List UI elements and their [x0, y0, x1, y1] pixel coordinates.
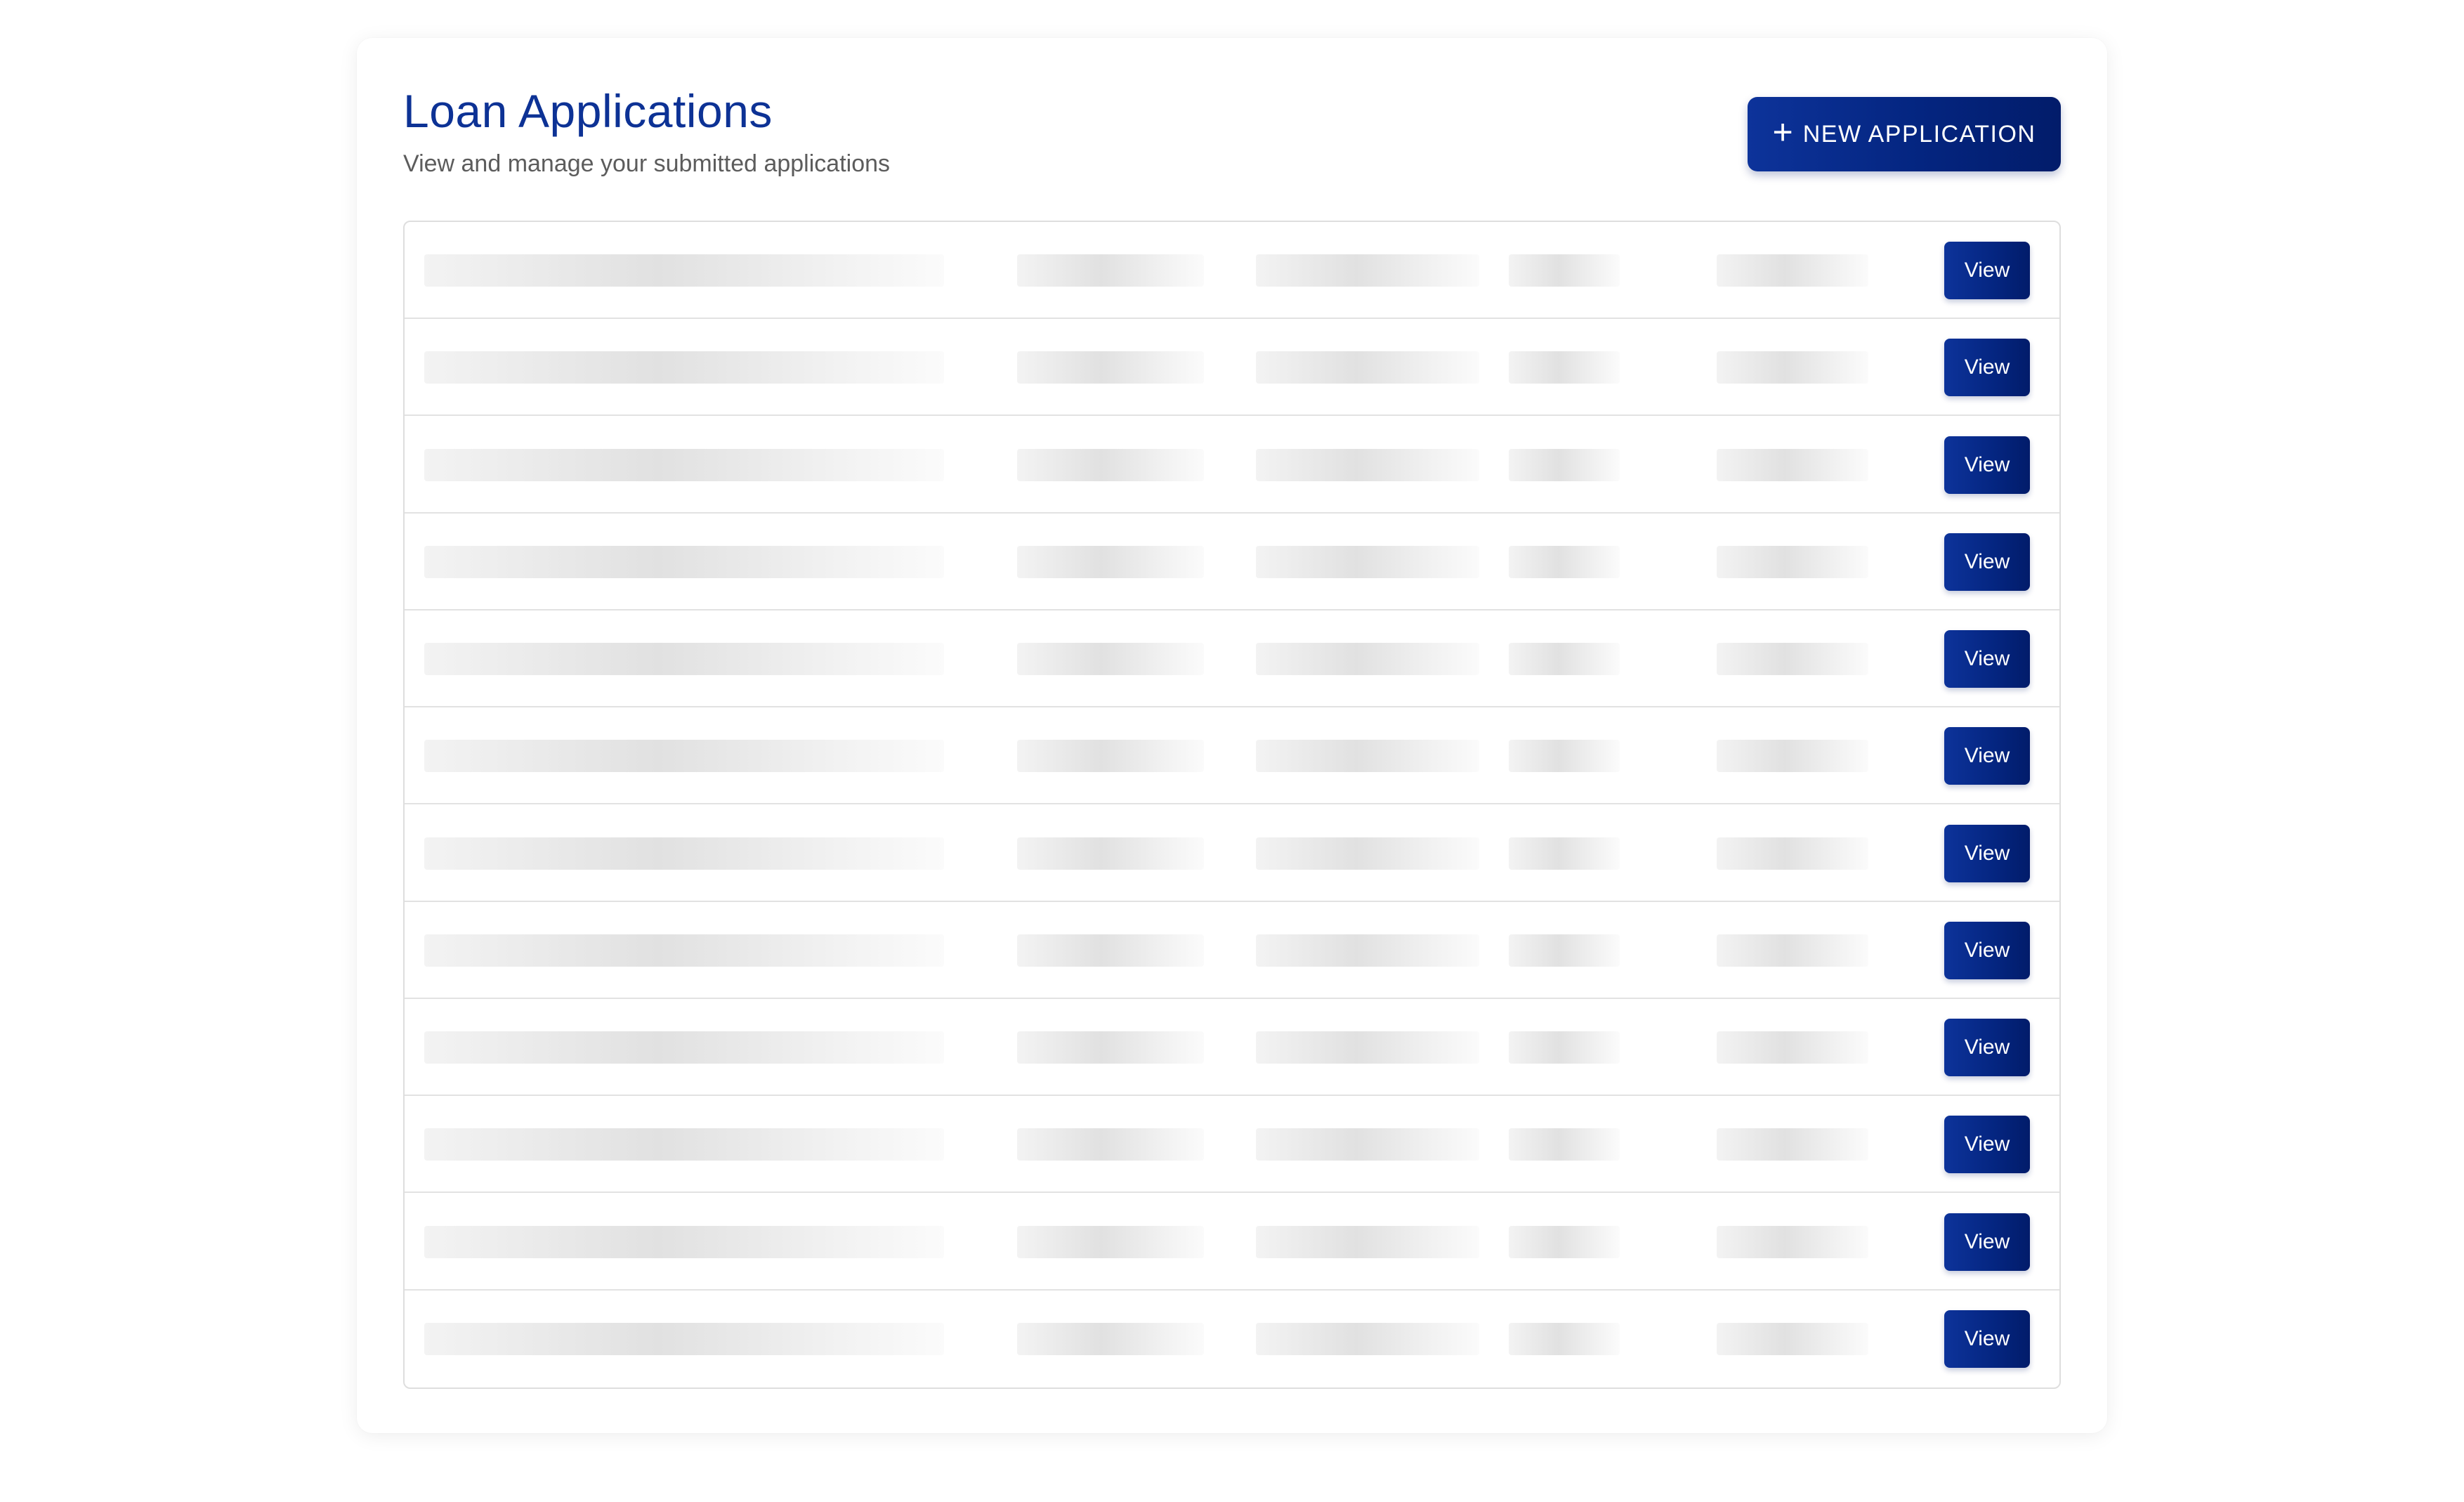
skeleton-cell [424, 546, 944, 578]
table-row: View [405, 417, 2059, 514]
skeleton-cell [1717, 643, 1868, 675]
skeleton-cell [1256, 449, 1479, 481]
skeleton-cell [1509, 934, 1620, 967]
table-row: View [405, 999, 2059, 1096]
skeleton-cell [1256, 934, 1479, 967]
view-button[interactable]: View [1944, 630, 2030, 688]
skeleton-cell [1017, 1128, 1204, 1161]
skeleton-cell [1717, 1031, 1868, 1064]
skeleton-cell [1256, 837, 1479, 870]
view-button[interactable]: View [1944, 1116, 2030, 1173]
skeleton-cell [1256, 1226, 1479, 1258]
skeleton-cell [1017, 1226, 1204, 1258]
skeleton-cell [424, 837, 944, 870]
skeleton-cell [1017, 351, 1204, 384]
skeleton-cell [1509, 740, 1620, 772]
skeleton-cell [1509, 1031, 1620, 1064]
view-button[interactable]: View [1944, 533, 2030, 591]
skeleton-cell [1017, 643, 1204, 675]
table-row: View [405, 805, 2059, 902]
skeleton-cell [424, 351, 944, 384]
skeleton-cell [1509, 449, 1620, 481]
view-button[interactable]: View [1944, 339, 2030, 396]
skeleton-cell [424, 934, 944, 967]
table-row: View [405, 610, 2059, 707]
skeleton-cell [1509, 643, 1620, 675]
skeleton-cell [1017, 934, 1204, 967]
table-row: View [405, 319, 2059, 416]
page-title: Loan Applications [403, 85, 773, 137]
plus-icon: + [1772, 112, 1793, 152]
view-button[interactable]: View [1944, 242, 2030, 299]
skeleton-cell [424, 740, 944, 772]
skeleton-cell [1509, 1323, 1620, 1355]
skeleton-cell [1509, 837, 1620, 870]
skeleton-cell [1017, 1031, 1204, 1064]
skeleton-cell [424, 1323, 944, 1355]
skeleton-cell [1256, 643, 1479, 675]
skeleton-cell [1017, 449, 1204, 481]
new-application-label: NEW APPLICATION [1802, 120, 2036, 148]
skeleton-cell [1256, 351, 1479, 384]
skeleton-cell [1717, 1323, 1868, 1355]
skeleton-cell [1717, 351, 1868, 384]
skeleton-cell [424, 1226, 944, 1258]
skeleton-cell [1717, 934, 1868, 967]
skeleton-cell [424, 449, 944, 481]
skeleton-cell [1717, 254, 1868, 287]
skeleton-cell [1017, 837, 1204, 870]
table-row: View [405, 514, 2059, 610]
skeleton-cell [1717, 1128, 1868, 1161]
skeleton-cell [424, 1031, 944, 1064]
skeleton-cell [1256, 1323, 1479, 1355]
skeleton-cell [1256, 1128, 1479, 1161]
view-button[interactable]: View [1944, 1019, 2030, 1076]
skeleton-cell [424, 254, 944, 287]
table-row: View [405, 1291, 2059, 1387]
skeleton-cell [1256, 254, 1479, 287]
skeleton-cell [1717, 1226, 1868, 1258]
skeleton-cell [1509, 1128, 1620, 1161]
skeleton-cell [1717, 449, 1868, 481]
view-button[interactable]: View [1944, 922, 2030, 979]
table-row: View [405, 707, 2059, 804]
view-button[interactable]: View [1944, 1310, 2030, 1368]
skeleton-cell [1717, 546, 1868, 578]
view-button[interactable]: View [1944, 727, 2030, 785]
skeleton-cell [1509, 1226, 1620, 1258]
applications-card: Loan Applications View and manage your s… [357, 38, 2107, 1433]
skeleton-cell [1717, 740, 1868, 772]
skeleton-cell [1017, 546, 1204, 578]
new-application-button[interactable]: + NEW APPLICATION [1748, 97, 2061, 171]
skeleton-cell [424, 643, 944, 675]
skeleton-cell [1509, 546, 1620, 578]
table-row: View [405, 222, 2059, 319]
applications-table: View View View View View View View View View View… [403, 221, 2061, 1389]
view-button[interactable]: View [1944, 436, 2030, 494]
table-row: View [405, 902, 2059, 999]
skeleton-cell [1509, 351, 1620, 384]
view-button[interactable]: View [1944, 1213, 2030, 1271]
view-button[interactable]: View [1944, 825, 2030, 882]
skeleton-cell [1017, 1323, 1204, 1355]
skeleton-cell [424, 1128, 944, 1161]
skeleton-cell [1017, 254, 1204, 287]
page-subtitle: View and manage your submitted applicati… [403, 150, 891, 177]
skeleton-cell [1256, 546, 1479, 578]
table-row: View [405, 1194, 2059, 1291]
skeleton-cell [1509, 254, 1620, 287]
skeleton-cell [1256, 740, 1479, 772]
skeleton-cell [1256, 1031, 1479, 1064]
table-row: View [405, 1096, 2059, 1193]
skeleton-cell [1717, 837, 1868, 870]
skeleton-cell [1017, 740, 1204, 772]
